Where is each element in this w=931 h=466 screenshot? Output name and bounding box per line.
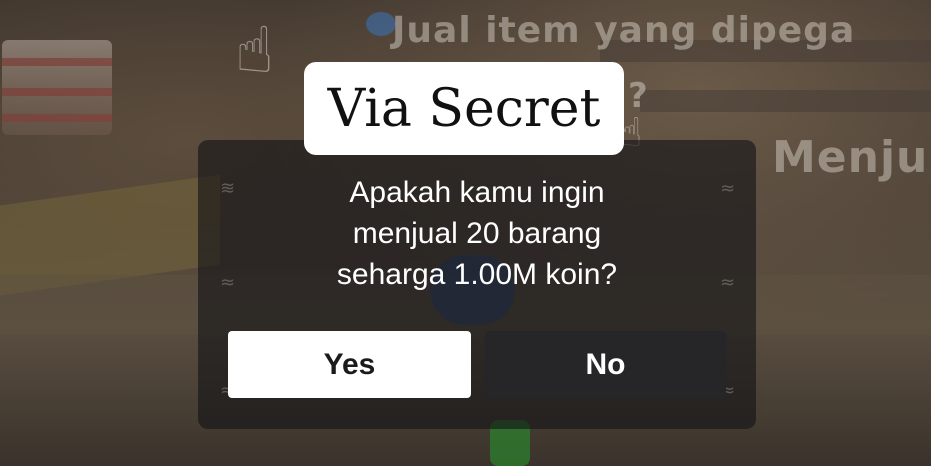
wall-plank [640,90,931,112]
sell-hint-text: Jual item yang dipega [392,10,856,51]
pointing-hand-icon: ☝ [235,14,274,88]
question-mark-icon: ? [628,76,648,116]
crate-stack [2,40,112,135]
no-button[interactable]: No [485,331,726,398]
dialog-message: Apakah kamu ingin menjual 20 barang seha… [198,172,756,295]
message-line-3: seharga 1.00M koin? [336,258,618,291]
yes-button[interactable]: Yes [228,331,471,398]
message-line-1: Apakah kamu ingin [349,176,605,209]
menu-hint-text: Menju [772,132,929,183]
message-line-2: menjual 20 barang [352,217,602,250]
overlay-title-box: Via Secret [304,62,624,155]
overlay-title: Via Secret [327,78,601,139]
sell-confirm-dialog: ≋ ≈ ≈ ≈ ≈ ≈ Apakah kamu ingin menjual 20… [198,140,756,429]
